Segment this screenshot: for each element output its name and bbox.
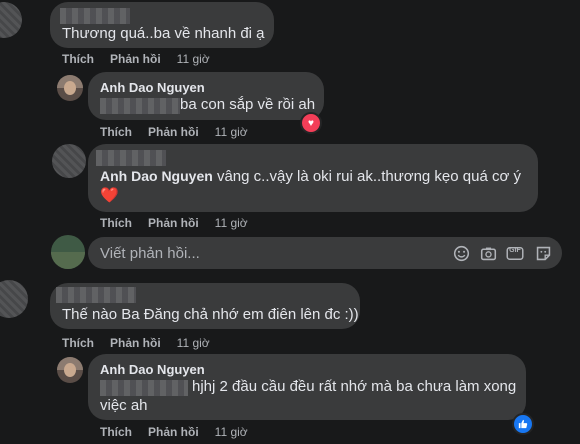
avatar[interactable] xyxy=(57,75,83,101)
heart-icon[interactable]: ♥ xyxy=(300,112,322,134)
avatar[interactable] xyxy=(52,144,86,178)
redacted-author-name[interactable] xyxy=(96,150,166,166)
redacted-mention[interactable] xyxy=(100,380,188,396)
comment-text: Thương quá..ba về nhanh đi ạ xyxy=(62,25,265,42)
current-user-avatar[interactable] xyxy=(51,235,85,269)
comment-bubble: Thương quá..ba về nhanh đi ạ xyxy=(50,2,274,48)
reply-text-line1: hjhj 2 đầu cầu đều rất nhớ mà ba chưa là… xyxy=(192,378,517,395)
reply-text-line2: việc ah xyxy=(100,397,148,414)
reply-link[interactable]: Phản hồi xyxy=(110,336,161,350)
reply-actions: Thích Phản hồi 11 giờ xyxy=(100,425,248,439)
like-link[interactable]: Thích xyxy=(100,125,132,139)
like-link[interactable]: Thích xyxy=(62,336,94,350)
timestamp[interactable]: 11 giờ xyxy=(215,125,248,139)
emoji-icon[interactable] xyxy=(452,244,470,262)
reply-message: vâng c..vậy là oki rui ak..thương kẹo qu… xyxy=(216,168,521,185)
like-icon[interactable] xyxy=(512,413,534,435)
reply-bubble: Anh Dao Nguyen hjhj 2 đầu cầu đều rất nh… xyxy=(88,354,526,420)
comment-actions: Thích Phản hồi 11 giờ xyxy=(62,52,210,66)
reply-link[interactable]: Phản hồi xyxy=(148,425,199,439)
reply-actions: Thích Phản hồi 11 giờ xyxy=(100,125,248,139)
gif-icon[interactable]: GIF xyxy=(506,244,524,262)
reply-text: Anh Dao Nguyen vâng c..vậy là oki rui ak… xyxy=(100,166,521,187)
like-link[interactable]: Thích xyxy=(100,216,132,230)
reply-author[interactable]: Anh Dao Nguyen xyxy=(100,168,213,184)
reply-link[interactable]: Phản hồi xyxy=(110,52,161,66)
redacted-author-name[interactable] xyxy=(56,287,136,303)
reply-input[interactable]: Viết phản hồi... GIF xyxy=(88,237,562,269)
redacted-mention[interactable] xyxy=(100,98,180,114)
comment-text: Thế nào Ba Đăng chả nhớ em điên lên đc :… xyxy=(62,306,359,323)
timestamp[interactable]: 11 giờ xyxy=(177,52,210,66)
avatar[interactable] xyxy=(0,2,22,38)
reply-text: ba con sắp về rồi ah xyxy=(180,96,316,113)
avatar[interactable] xyxy=(0,280,28,318)
reply-link[interactable]: Phản hồi xyxy=(148,216,199,230)
reply-bubble: Anh Dao Nguyen vâng c..vậy là oki rui ak… xyxy=(88,144,538,212)
reply-actions: Thích Phản hồi 11 giờ xyxy=(100,216,248,230)
redacted-author-name[interactable] xyxy=(60,8,130,24)
like-link[interactable]: Thích xyxy=(62,52,94,66)
reply-link[interactable]: Phản hồi xyxy=(148,125,199,139)
timestamp[interactable]: 11 giờ xyxy=(215,425,248,439)
gif-label: GIF xyxy=(509,247,521,254)
like-link[interactable]: Thích xyxy=(100,425,132,439)
timestamp[interactable]: 11 giờ xyxy=(177,336,210,350)
heart-emoji: ❤️ xyxy=(100,187,119,204)
reply-author[interactable]: Anh Dao Nguyen xyxy=(100,362,205,377)
avatar[interactable] xyxy=(57,357,83,383)
reply-author[interactable]: Anh Dao Nguyen xyxy=(100,80,205,95)
comment-actions: Thích Phản hồi 11 giờ xyxy=(62,336,210,350)
reply-placeholder: Viết phản hồi... xyxy=(100,244,200,262)
comment-bubble: Thế nào Ba Đăng chả nhớ em điên lên đc :… xyxy=(50,283,360,329)
camera-icon[interactable] xyxy=(479,244,497,262)
sticker-icon[interactable] xyxy=(534,244,552,262)
reply-bubble: Anh Dao Nguyen ba con sắp về rồi ah xyxy=(88,72,324,120)
timestamp[interactable]: 11 giờ xyxy=(215,216,248,230)
